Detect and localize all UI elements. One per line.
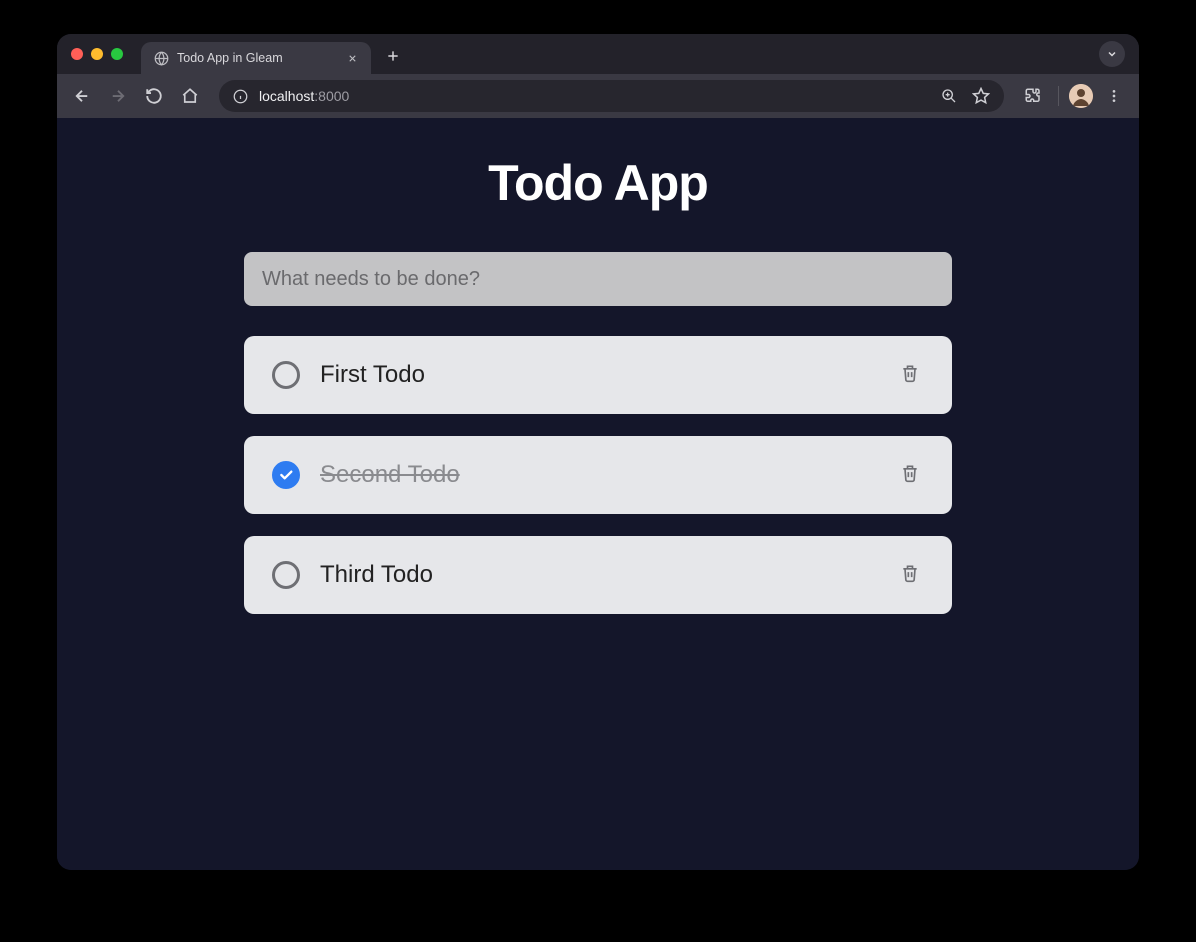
trash-icon <box>900 562 920 589</box>
close-tab-button[interactable] <box>345 51 359 65</box>
home-button[interactable] <box>175 81 205 111</box>
bookmark-icon[interactable] <box>970 85 992 107</box>
todo-checkbox[interactable] <box>272 361 300 389</box>
browser-toolbar: localhost:8000 <box>57 74 1139 118</box>
todo-list: First Todo Second Todo Third Todo <box>244 336 952 614</box>
minimize-window-button[interactable] <box>91 48 103 60</box>
window-controls <box>71 48 123 60</box>
delete-todo-button[interactable] <box>896 561 924 589</box>
reload-button[interactable] <box>139 81 169 111</box>
trash-icon <box>900 462 920 489</box>
address-bar[interactable]: localhost:8000 <box>219 80 1004 112</box>
todo-checkbox[interactable] <box>272 461 300 489</box>
browser-menu-button[interactable] <box>1099 81 1129 111</box>
extensions-icon[interactable] <box>1018 81 1048 111</box>
todo-item: Second Todo <box>244 436 952 514</box>
todo-text: First Todo <box>320 361 876 389</box>
tabs-dropdown-button[interactable] <box>1099 41 1125 67</box>
zoom-icon[interactable] <box>938 85 960 107</box>
todo-app: First Todo Second Todo Third Todo <box>244 252 952 614</box>
globe-icon <box>153 50 169 66</box>
todo-checkbox[interactable] <box>272 561 300 589</box>
forward-button[interactable] <box>103 81 133 111</box>
maximize-window-button[interactable] <box>111 48 123 60</box>
tab-title: Todo App in Gleam <box>177 51 337 65</box>
page-content: Todo App First Todo Second Todo Third Todo <box>57 118 1139 870</box>
todo-item: First Todo <box>244 336 952 414</box>
browser-tab[interactable]: Todo App in Gleam <box>141 42 371 74</box>
delete-todo-button[interactable] <box>896 461 924 489</box>
new-todo-input[interactable] <box>244 252 952 306</box>
delete-todo-button[interactable] <box>896 361 924 389</box>
page-title: Todo App <box>57 154 1139 212</box>
toolbar-divider <box>1058 86 1059 106</box>
browser-window: Todo App in Gleam <box>57 34 1139 870</box>
new-tab-button[interactable] <box>379 42 407 70</box>
profile-avatar[interactable] <box>1069 84 1093 108</box>
url-text: localhost:8000 <box>259 88 928 104</box>
close-window-button[interactable] <box>71 48 83 60</box>
back-button[interactable] <box>67 81 97 111</box>
toolbar-right <box>1018 81 1129 111</box>
todo-text: Third Todo <box>320 561 876 589</box>
url-port: :8000 <box>314 88 349 104</box>
todo-text: Second Todo <box>320 461 876 489</box>
site-info-icon[interactable] <box>231 87 249 105</box>
trash-icon <box>900 362 920 389</box>
tab-bar: Todo App in Gleam <box>57 34 1139 74</box>
todo-item: Third Todo <box>244 536 952 614</box>
url-host: localhost <box>259 88 314 104</box>
